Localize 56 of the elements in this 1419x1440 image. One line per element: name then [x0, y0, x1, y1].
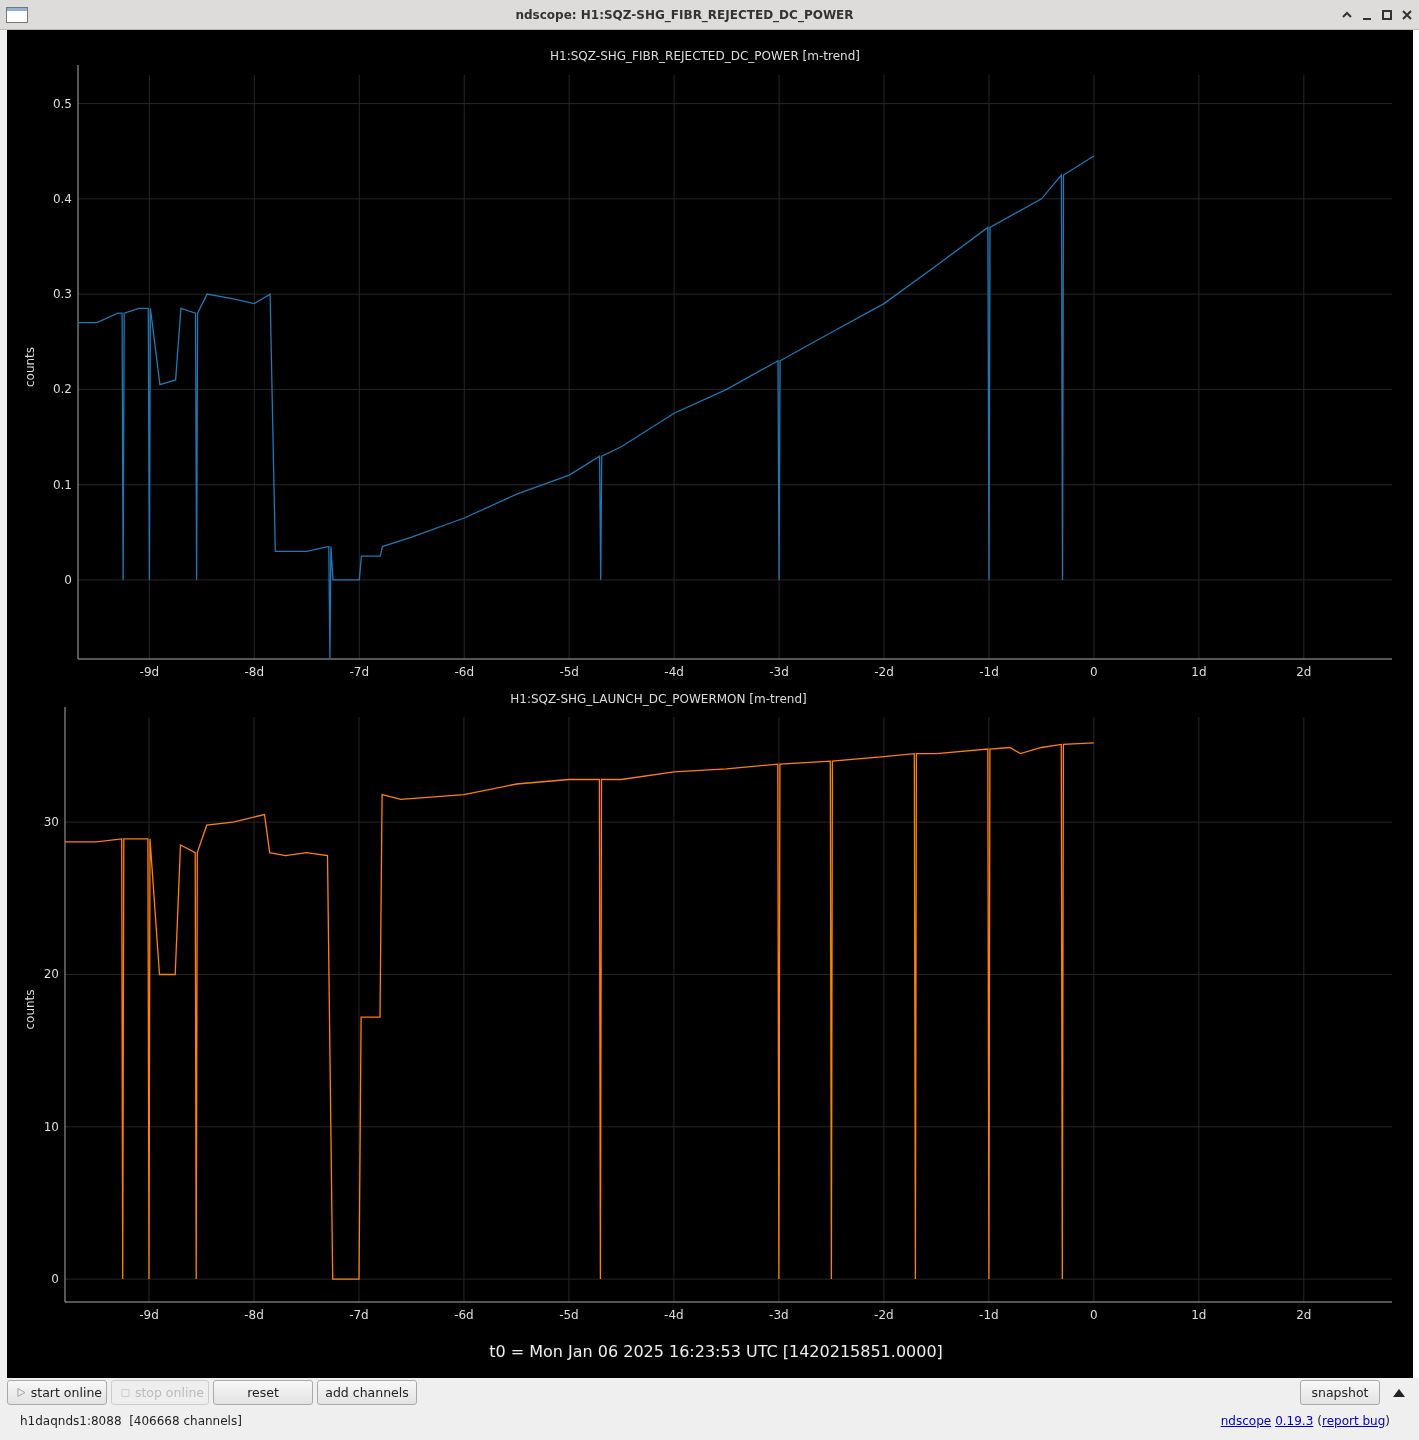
x-tick-label: 2d: [1296, 665, 1312, 679]
x-tick-label: -4d: [664, 665, 684, 679]
server-status: h1daqnds1:8088 [406668 channels]: [20, 1414, 243, 1428]
y-tick-label: 0: [51, 1272, 59, 1287]
x-tick-label: -3d: [769, 665, 789, 679]
plot-title: H1:SQZ-SHG_LAUNCH_DC_POWERMON [m-trend]: [510, 692, 807, 706]
paren-text: (: [1317, 1414, 1322, 1428]
y-tick-label: 20: [43, 967, 59, 982]
y-tick-label: 0.4: [52, 191, 72, 206]
report-bug-link[interactable]: report bug: [1322, 1414, 1386, 1428]
t0-label: t0 = Mon Jan 06 2025 16:23:53 UTC [1420215851.0000]: [489, 1342, 943, 1361]
expand-toggle-icon[interactable]: [1392, 1387, 1406, 1398]
window-title: ndscope: H1:SQZ-SHG_FIBR_REJECTED_DC_POWER: [514, 7, 855, 22]
close-icon[interactable]: [1401, 8, 1413, 21]
y-tick-label: 0.5: [52, 96, 72, 111]
y-tick-label: 0.1: [52, 477, 72, 492]
x-tick-label: -2d: [874, 665, 894, 679]
y-tick-label: 0.2: [52, 382, 72, 397]
y-tick-label: 30: [43, 815, 59, 830]
x-tick-label: -7d: [349, 665, 370, 679]
app-link[interactable]: ndscope: [1220, 1414, 1272, 1428]
stop-icon: [121, 1387, 130, 1398]
x-tick-label: -6d: [454, 1308, 474, 1322]
plot-title: H1:SQZ-SHG_FIBR_REJECTED_DC_POWER [m-trend]: [550, 49, 860, 63]
play-icon: [17, 1387, 26, 1398]
x-tick-label: 1d: [1191, 1308, 1207, 1322]
x-tick-label: -5d: [559, 1308, 579, 1322]
window-icon: [6, 6, 28, 23]
x-tick-label: 1d: [1191, 665, 1207, 679]
version-link[interactable]: 0.19.3: [1275, 1414, 1314, 1428]
start-button[interactable]: start online: [7, 1380, 107, 1405]
y-axis-label: counts: [23, 989, 37, 1030]
x-tick-label: -1d: [979, 1308, 999, 1322]
x-tick-label: -3d: [769, 1308, 789, 1322]
x-tick-label: -1d: [979, 665, 999, 679]
x-tick-label: 0: [1090, 665, 1098, 679]
x-tick-label: 0: [1090, 1308, 1098, 1322]
x-tick-label: -8d: [244, 665, 265, 679]
toolbar-button[interactable]: reset: [213, 1380, 313, 1405]
snapshot-button[interactable]: snapshot: [1300, 1380, 1380, 1405]
x-tick-label: -7d: [349, 1308, 369, 1322]
toolbar-button[interactable]: add channels: [317, 1380, 417, 1405]
y-tick-label: 10: [43, 1119, 59, 1134]
x-tick-label: -4d: [664, 1308, 684, 1322]
x-tick-label: -6d: [454, 665, 474, 679]
x-tick-label: -9d: [139, 665, 160, 679]
x-tick-label: 2d: [1296, 1308, 1312, 1322]
x-tick-label: -8d: [244, 1308, 264, 1322]
maximize-icon[interactable]: [1381, 8, 1393, 21]
x-tick-label: -5d: [559, 665, 579, 679]
y-tick-label: 0.3: [52, 287, 72, 302]
y-tick-label: 0: [64, 572, 72, 587]
paren-text: ): [1385, 1414, 1390, 1428]
x-tick-label: -9d: [139, 1308, 159, 1322]
y-axis-label: counts: [23, 346, 37, 388]
x-tick-label: -2d: [874, 1308, 894, 1322]
